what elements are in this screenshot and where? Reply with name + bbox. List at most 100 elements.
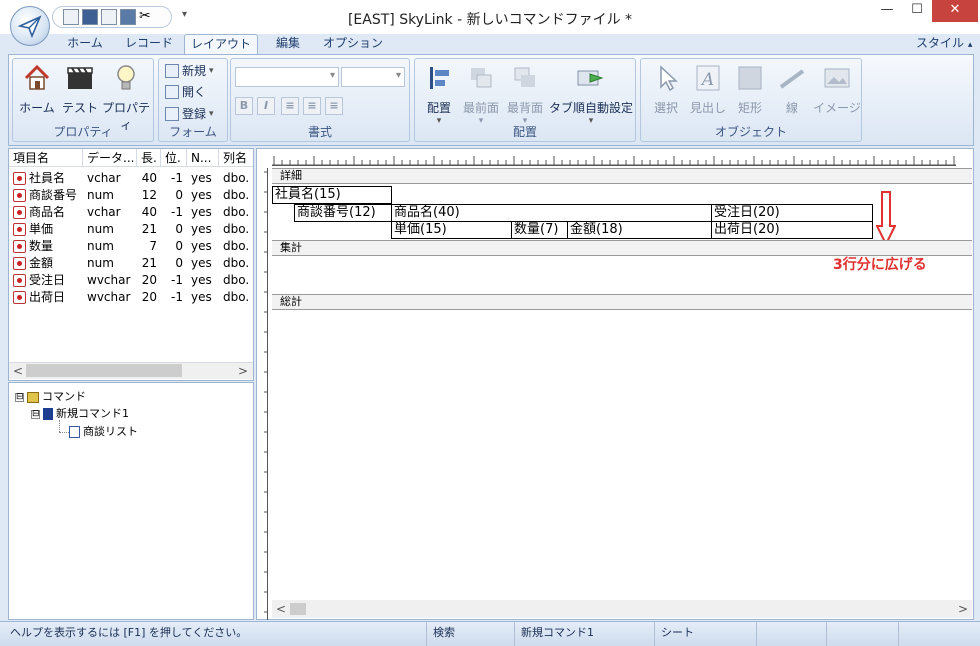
field-icon bbox=[13, 206, 26, 219]
table-row[interactable]: 社員名 vchar 40 -1 yes dbo. bbox=[9, 170, 253, 187]
field-box-qty[interactable]: 数量(7) bbox=[511, 221, 568, 239]
tab-home[interactable]: ホーム bbox=[60, 34, 110, 54]
designer-scroll-thumb[interactable] bbox=[290, 603, 306, 615]
test-button[interactable]: テスト bbox=[61, 63, 99, 116]
maximize-button[interactable]: ☐ bbox=[902, 0, 932, 22]
bring-front-button[interactable]: 最前面 ▾ bbox=[459, 63, 503, 126]
band-grand-total[interactable]: 総計 bbox=[272, 294, 972, 310]
register-form-button[interactable]: 登録 ▾ bbox=[165, 105, 214, 122]
field-box-order-date[interactable]: 受注日(20) bbox=[711, 204, 873, 222]
open-form-button[interactable]: 開く bbox=[165, 83, 206, 100]
tools-icon[interactable]: ✂ bbox=[139, 9, 155, 25]
tree-label-deal-list: 商談リスト bbox=[83, 425, 138, 438]
quick-access-toolbar: ✂ bbox=[52, 6, 172, 28]
align-left-button[interactable]: ≡ bbox=[281, 97, 299, 115]
document-icon[interactable] bbox=[101, 9, 117, 25]
field-box-price[interactable]: 単価(15) bbox=[391, 221, 512, 239]
italic-button[interactable]: I bbox=[257, 97, 275, 115]
tab-record[interactable]: レコード bbox=[118, 34, 180, 54]
status-bar: ヘルプを表示するには [F1] を押してください。 検索 新規コマンド1 シート bbox=[0, 621, 980, 646]
font-size-combo[interactable] bbox=[341, 67, 405, 87]
new-form-icon bbox=[165, 63, 179, 78]
field-box-ship-date[interactable]: 出荷日(20) bbox=[711, 221, 873, 239]
table-row[interactable]: 単価 num 21 0 yes dbo. bbox=[9, 221, 253, 238]
table-row[interactable]: 数量 num 7 0 yes dbo. bbox=[9, 238, 253, 255]
send-back-button[interactable]: 最背面 ▾ bbox=[503, 63, 547, 126]
minimize-button[interactable]: — bbox=[872, 0, 902, 22]
column-header-position[interactable]: 位. bbox=[161, 149, 187, 167]
font-name-combo[interactable] bbox=[235, 67, 339, 87]
tab-options[interactable]: オプション bbox=[318, 34, 388, 54]
column-header-name[interactable]: 項目名 bbox=[9, 149, 83, 167]
field-length: 21 bbox=[141, 222, 157, 236]
tree-node-deal-list[interactable]: 商談リスト bbox=[69, 423, 138, 439]
field-box-product[interactable]: 商品名(40) bbox=[391, 204, 712, 222]
caption-button[interactable]: A 見出し bbox=[687, 63, 729, 116]
rectangle-button[interactable]: 矩形 bbox=[729, 63, 771, 116]
ribbon-collapse-icon[interactable]: ▴ bbox=[968, 40, 973, 50]
close-button[interactable]: ✕ bbox=[932, 0, 978, 22]
table-row[interactable]: 商談番号 num 12 0 yes dbo. bbox=[9, 187, 253, 204]
group-form: 新規 ▾ 開く 登録 ▾ フォーム bbox=[158, 58, 228, 142]
home-button[interactable]: ホーム bbox=[17, 63, 57, 116]
designer-scroll-left-arrow-icon[interactable]: < bbox=[276, 602, 286, 616]
column-header-colname[interactable]: 列名 bbox=[219, 149, 253, 167]
column-header-null[interactable]: N... bbox=[187, 149, 219, 167]
status-pane bbox=[898, 622, 948, 646]
field-type: vchar bbox=[87, 205, 121, 219]
new-form-button[interactable]: 新規 ▾ bbox=[165, 62, 214, 79]
line-button[interactable]: 線 bbox=[771, 63, 813, 116]
column-header-length[interactable]: 長. bbox=[137, 149, 161, 167]
tree-node-new-command[interactable]: ⊟ 新規コマンド1 bbox=[31, 405, 129, 421]
new-file-icon[interactable] bbox=[63, 9, 79, 25]
table-row[interactable]: 商品名 vchar 40 -1 yes dbo. bbox=[9, 204, 253, 221]
style-menu[interactable]: スタイル ▴ bbox=[916, 34, 972, 51]
lightbulb-icon bbox=[117, 65, 135, 90]
select-button[interactable]: 選択 bbox=[645, 63, 687, 116]
field-length: 40 bbox=[141, 205, 157, 219]
tab-layout[interactable]: レイアウト bbox=[184, 34, 258, 54]
status-pane bbox=[826, 622, 898, 646]
qat-customize-button[interactable]: ▾ bbox=[182, 9, 187, 20]
column-header-type[interactable]: データ... bbox=[83, 149, 137, 167]
collapse-icon[interactable]: ⊟ bbox=[31, 409, 40, 419]
tab-order-button[interactable]: タブ順自動設定 ▾ bbox=[547, 63, 635, 126]
field-box-deal-no[interactable]: 商談番号(12) bbox=[294, 204, 392, 222]
bold-button[interactable]: B bbox=[235, 97, 253, 115]
field-name: 単価 bbox=[29, 222, 54, 236]
field-type: wvchar bbox=[87, 273, 131, 287]
field-list-scroll-thumb[interactable] bbox=[26, 364, 182, 377]
tree-connector bbox=[59, 432, 69, 433]
field-colname: dbo. bbox=[223, 222, 250, 236]
table-row[interactable]: 受注日 wvchar 20 -1 yes dbo. bbox=[9, 272, 253, 289]
designer-scroll-right-arrow-icon[interactable]: > bbox=[958, 602, 968, 616]
save-icon[interactable] bbox=[82, 9, 98, 25]
paper-plane-icon bbox=[17, 15, 42, 39]
app-menu-button[interactable] bbox=[10, 6, 50, 46]
window-title: [EAST] SkyLink - 新しいコマンドファイル * bbox=[347, 12, 633, 28]
table-row[interactable]: 金額 num 21 0 yes dbo. bbox=[9, 255, 253, 272]
field-icon bbox=[13, 257, 26, 270]
print-icon[interactable] bbox=[120, 9, 136, 25]
align-right-button[interactable]: ≡ bbox=[325, 97, 343, 115]
tree-label-new-command: 新規コマンド1 bbox=[56, 407, 129, 420]
field-box-employee[interactable]: 社員名(15) bbox=[272, 186, 392, 204]
arrange-button[interactable]: 配置 ▾ bbox=[419, 63, 459, 126]
scroll-right-arrow-icon[interactable]: > bbox=[238, 364, 248, 378]
image-button[interactable]: イメージ bbox=[813, 63, 861, 116]
scroll-left-arrow-icon[interactable]: < bbox=[13, 364, 23, 378]
field-box-amount[interactable]: 金額(18) bbox=[567, 221, 712, 239]
field-null: yes bbox=[191, 290, 212, 304]
field-type: wvchar bbox=[87, 290, 131, 304]
band-detail[interactable]: 詳細 bbox=[272, 168, 972, 184]
table-row[interactable]: 出荷日 wvchar 20 -1 yes dbo. bbox=[9, 289, 253, 306]
vertical-ruler bbox=[264, 168, 268, 620]
align-center-button[interactable]: ≡ bbox=[303, 97, 321, 115]
collapse-icon[interactable]: ⊟ bbox=[15, 392, 24, 402]
tab-order-label: タブ順自動設定 bbox=[548, 101, 633, 115]
band-summary[interactable]: 集計 bbox=[272, 240, 972, 256]
designer-horizontal-scrollbar[interactable] bbox=[272, 600, 972, 618]
group-form-label: フォーム bbox=[169, 125, 217, 139]
tab-edit[interactable]: 編集 bbox=[266, 34, 310, 54]
tree-node-command[interactable]: ⊟ コマンド bbox=[15, 388, 86, 404]
